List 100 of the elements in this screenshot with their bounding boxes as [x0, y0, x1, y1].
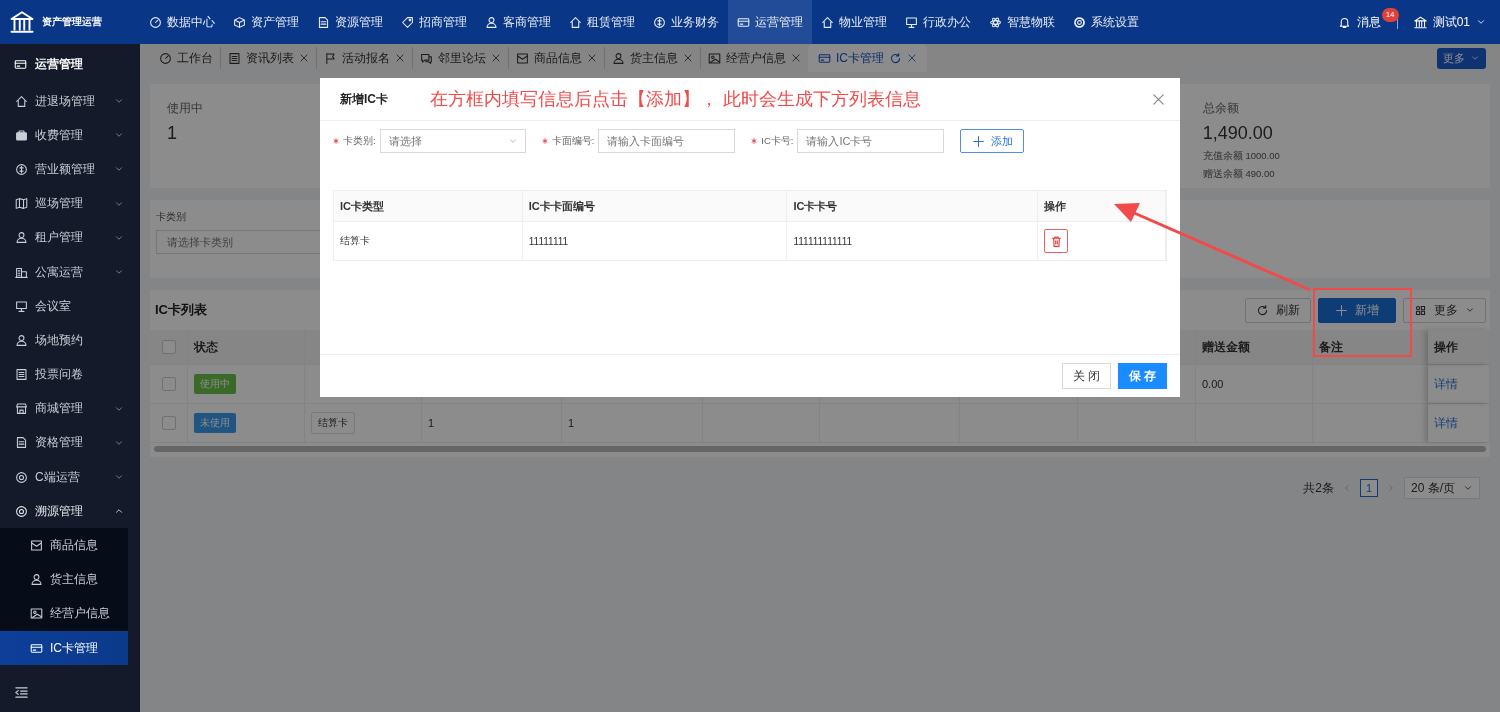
image-icon [30, 607, 43, 621]
field-label: 卡面编号: [551, 134, 595, 148]
refresh-icon [889, 51, 902, 65]
checkbox[interactable] [162, 340, 176, 354]
nav-item[interactable]: 客商管理 [476, 0, 560, 44]
store-icon [15, 402, 28, 416]
list-title: IC卡列表 [155, 301, 207, 319]
close-icon [587, 53, 597, 63]
nav-item[interactable]: 租赁管理 [560, 0, 644, 44]
dial-icon [159, 51, 172, 65]
close-button[interactable] [1151, 91, 1166, 107]
select-field[interactable]: 请选择 [379, 129, 526, 153]
total-count: 共2条 [1303, 479, 1334, 497]
card-icon [737, 15, 750, 29]
target-icon [15, 470, 28, 484]
atom-icon [989, 15, 1002, 29]
table-cell: 11111111 [528, 235, 569, 247]
sidebar-item[interactable]: 收费管理 [0, 118, 140, 153]
grid-icon [1414, 303, 1427, 317]
nav-item[interactable]: 物业管理 [812, 0, 896, 44]
input-field[interactable]: 请输入IC卡号 [797, 129, 945, 153]
sidebar-item[interactable]: 会议室 [0, 289, 140, 324]
envelope-icon [516, 51, 529, 65]
close-icon [907, 53, 917, 63]
column-header: 操作 [1044, 198, 1067, 214]
user-menu[interactable]: 测试01 [1413, 13, 1486, 31]
chevron-down-icon [507, 136, 518, 146]
nav-item[interactable]: 行政办公 [896, 0, 980, 44]
flag-icon [324, 51, 337, 65]
required-icon [751, 138, 758, 144]
image-icon [708, 51, 721, 65]
previous-page-button[interactable] [1342, 483, 1352, 493]
tab[interactable]: IC卡管理 [808, 44, 927, 72]
table-cell: 111111111111 [793, 235, 853, 247]
bank-icon [10, 10, 34, 34]
page-size-select[interactable]: 20 条/页 [1404, 477, 1480, 499]
nav-item[interactable]: 业务财务 [644, 0, 728, 44]
status-tag: 使用中 [194, 374, 236, 394]
chevron-down-icon [1476, 17, 1486, 27]
stat-label: 使用中 [167, 100, 203, 117]
list-icon [228, 51, 241, 65]
more-button[interactable]: 更多 [1437, 47, 1486, 69]
sidebar-item[interactable]: 进退场管理 [0, 84, 140, 119]
nav-item[interactable]: 招商管理 [392, 0, 476, 44]
sidebar-item[interactable]: 巡场管理 [0, 186, 140, 221]
sidebar-item[interactable]: 资格管理 [0, 425, 140, 461]
checkbox[interactable] [162, 416, 176, 430]
sidebar-item[interactable]: 营业额管理 [0, 152, 140, 187]
dial-icon [149, 15, 162, 29]
sidebar-item[interactable]: 租户管理 [0, 220, 140, 255]
house-icon [569, 15, 582, 29]
nav-item[interactable]: 智慧物联 [980, 0, 1064, 44]
tab[interactable]: 活动报名 [316, 47, 412, 69]
nav-item[interactable]: 系统设置 [1064, 0, 1148, 44]
tab[interactable]: 资讯列表 [220, 47, 316, 69]
person-icon [15, 231, 28, 245]
close-dialog-button[interactable]: 关 闭 [1062, 363, 1111, 389]
next-page-button[interactable] [1386, 483, 1396, 493]
messages-button[interactable]: 消息 [1335, 11, 1383, 33]
person-icon [485, 15, 498, 29]
close-icon [683, 53, 693, 63]
nav-item[interactable]: 数据中心 [140, 0, 224, 44]
refresh-icon [1256, 303, 1269, 317]
add-button[interactable]: 添加 [960, 129, 1025, 153]
plus-icon [1335, 303, 1348, 317]
building-icon [15, 265, 28, 279]
dialog-title: 新增IC卡 [340, 90, 388, 108]
sidebar-item[interactable]: 溯源管理 [0, 494, 140, 529]
required-icon [333, 138, 339, 144]
more-button[interactable]: 更多 [1403, 297, 1486, 323]
nav-item[interactable]: 资源管理 [308, 0, 392, 44]
plus-icon [971, 134, 985, 148]
sidebar-item[interactable]: 场地预约 [0, 323, 140, 358]
tab[interactable]: 工作台 [152, 47, 220, 69]
card-type-tag: 结算卡 [311, 412, 355, 434]
delete-button[interactable] [1044, 229, 1069, 253]
close-icon [1151, 91, 1166, 107]
checkbox[interactable] [162, 377, 176, 391]
tab[interactable]: 货主信息 [604, 47, 700, 69]
sidebar-subitem[interactable]: 货主信息 [0, 562, 128, 597]
sidebar-item[interactable]: 公寓运营 [0, 254, 140, 290]
tag-icon [401, 15, 414, 29]
target-icon [15, 504, 28, 518]
tab[interactable]: 商品信息 [508, 47, 604, 69]
input-field[interactable]: 请输入卡面编号 [598, 129, 736, 153]
sidebar-item[interactable]: 商城管理 [0, 391, 140, 426]
nav-item[interactable]: 资产管理 [224, 0, 308, 44]
sidebar-item[interactable]: C端运营 [0, 460, 140, 495]
refresh-button[interactable]: 刷新 [1245, 297, 1311, 323]
nav-item[interactable]: 运营管理 [728, 0, 812, 44]
coin-icon [15, 162, 28, 176]
cube-icon [233, 15, 246, 29]
sidebar-subitem[interactable]: 商品信息 [0, 528, 128, 563]
wallet-icon [15, 128, 28, 142]
menu-fold-icon [14, 684, 29, 700]
tab[interactable]: 邻里论坛 [412, 47, 508, 69]
sidebar-item[interactable]: 投票问卷 [0, 357, 140, 392]
sidebar-subitem[interactable]: 经营户信息 [0, 596, 128, 631]
sidebar-subitem[interactable]: IC卡管理 [0, 631, 128, 666]
table-cell: 1 [568, 417, 575, 429]
